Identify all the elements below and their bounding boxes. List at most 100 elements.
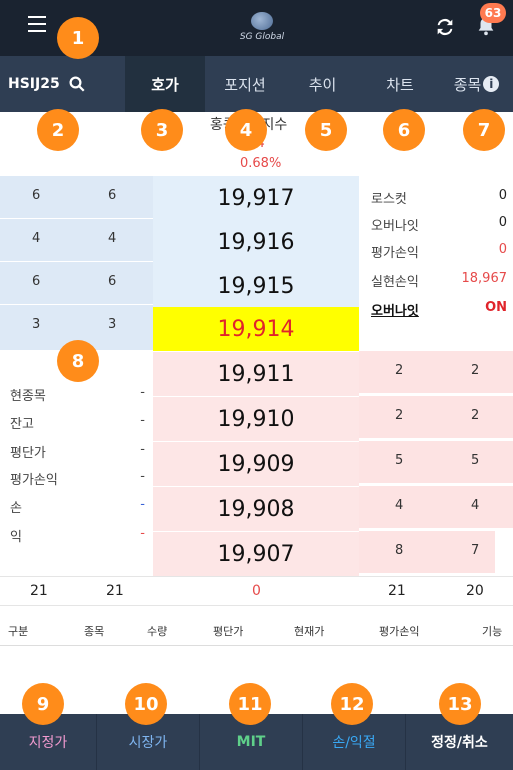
bid-row[interactable]: 4 4 bbox=[359, 485, 513, 529]
stat-label: 실현손익 bbox=[371, 275, 419, 290]
column-header: 평가손익 bbox=[379, 625, 420, 638]
tab-position[interactable]: 포지션 bbox=[205, 56, 285, 112]
position-value: - bbox=[140, 497, 145, 512]
bid-qty: 2 bbox=[395, 363, 404, 378]
column-header: 현재가 bbox=[294, 625, 325, 638]
ask-qty: 4 bbox=[108, 231, 117, 246]
app-logo: SG Global bbox=[232, 12, 292, 46]
tab-bar: HSIJ25 호가 포지션 추이 차트 종목 i bbox=[0, 56, 513, 112]
bid-price[interactable]: 19,910 bbox=[153, 397, 359, 441]
stat-value: 0 bbox=[498, 188, 507, 203]
total-bid-qty: 21 bbox=[388, 583, 406, 599]
position-row: 현종목 - bbox=[10, 381, 145, 405]
bid-row[interactable]: 2 2 bbox=[359, 395, 513, 439]
current-price[interactable]: 19,914 bbox=[153, 307, 359, 351]
ask-price[interactable]: 19,915 bbox=[153, 264, 359, 308]
symbol-selector[interactable]: HSIJ25 bbox=[0, 56, 125, 112]
ask-count: 6 bbox=[32, 274, 41, 289]
tab-trend[interactable]: 추이 bbox=[285, 56, 360, 112]
bid-price[interactable]: 19,907 bbox=[153, 532, 359, 576]
bid-count: 7 bbox=[471, 543, 480, 558]
bid-price[interactable]: 19,908 bbox=[153, 487, 359, 531]
position-value: - bbox=[140, 413, 145, 428]
account-stats-panel: 로스컷 0 오버나잇 0 평가손익 0 실현손익 18,967 오버나잇 ON bbox=[359, 176, 513, 350]
price-change-rate: 0.68% bbox=[240, 156, 282, 171]
ask-qty: 6 bbox=[108, 274, 117, 289]
callout-marker: 2 bbox=[37, 109, 79, 151]
bid-price[interactable]: 19,911 bbox=[153, 352, 359, 396]
search-icon[interactable] bbox=[68, 75, 86, 93]
stat-value: 0 bbox=[498, 242, 507, 257]
position-label: 평단가 bbox=[10, 446, 46, 461]
ask-price[interactable]: 19,917 bbox=[153, 176, 359, 220]
column-header: 구분 bbox=[8, 625, 29, 638]
menu-icon[interactable] bbox=[28, 16, 46, 32]
bid-row[interactable]: 5 5 bbox=[359, 440, 513, 484]
bid-qty: 5 bbox=[395, 453, 404, 468]
callout-marker: 6 bbox=[383, 109, 425, 151]
position-row: 평단가 - bbox=[10, 438, 145, 462]
ask-qty: 3 bbox=[108, 317, 117, 332]
tab-hoga[interactable]: 호가 bbox=[125, 56, 205, 112]
ask-row[interactable]: 4 4 bbox=[0, 219, 153, 262]
callout-marker: 1 bbox=[57, 17, 99, 59]
ask-count: 6 bbox=[32, 188, 41, 203]
stat-overnight: 오버나잇 0 bbox=[371, 211, 507, 235]
ask-row[interactable]: 6 6 bbox=[0, 262, 153, 305]
overnight-toggle[interactable]: 오버나잇 ON bbox=[371, 296, 507, 320]
callout-marker: 8 bbox=[57, 340, 99, 382]
price-ladder: 19,917 19,916 19,915 19,914 19,911 19,91… bbox=[153, 176, 359, 576]
stat-label: 오버나잇 bbox=[371, 304, 419, 319]
logo-text: SG Global bbox=[239, 32, 285, 42]
stat-value: ON bbox=[485, 300, 507, 315]
total-bid-count: 20 bbox=[466, 583, 484, 599]
stat-realized-pnl: 실현손익 18,967 bbox=[371, 267, 507, 291]
bid-price[interactable]: 19,909 bbox=[153, 442, 359, 486]
order-book-totals: 21 21 0 21 20 bbox=[0, 576, 513, 606]
callout-marker: 3 bbox=[141, 109, 183, 151]
position-label: 잔고 bbox=[10, 417, 34, 432]
stat-eval-pnl: 평가손익 0 bbox=[371, 238, 507, 262]
globe-logo-icon bbox=[251, 12, 273, 30]
ask-qty: 6 bbox=[108, 188, 117, 203]
column-header: 종목 bbox=[84, 625, 105, 638]
callout-marker: 12 bbox=[331, 683, 373, 725]
callout-marker: 7 bbox=[463, 109, 505, 151]
position-label: 익 bbox=[10, 530, 22, 545]
refresh-icon[interactable] bbox=[434, 16, 456, 38]
info-icon: i bbox=[483, 76, 500, 92]
callout-marker: 4 bbox=[225, 109, 267, 151]
tab-chart[interactable]: 차트 bbox=[360, 56, 440, 112]
ask-row[interactable]: 6 6 bbox=[0, 176, 153, 219]
ask-price[interactable]: 19,916 bbox=[153, 220, 359, 264]
tab-item-info[interactable]: 종목 i bbox=[440, 56, 513, 112]
stat-value: 0 bbox=[498, 215, 507, 230]
bid-row[interactable]: 2 2 bbox=[359, 350, 513, 394]
callout-marker: 9 bbox=[22, 683, 64, 725]
bid-qty: 8 bbox=[395, 543, 404, 558]
column-header: 평단가 bbox=[213, 625, 244, 638]
stat-losscut: 로스컷 0 bbox=[371, 184, 507, 208]
position-row: 잔고 - bbox=[10, 409, 145, 433]
bid-count: 4 bbox=[471, 498, 480, 513]
callout-marker: 13 bbox=[439, 683, 481, 725]
tab-label: 추이 bbox=[308, 75, 337, 94]
position-value: - bbox=[140, 385, 145, 400]
position-row: 익 - bbox=[10, 522, 145, 546]
bid-count: 2 bbox=[471, 363, 480, 378]
tab-label: 호가 bbox=[151, 75, 179, 94]
position-label: 현종목 bbox=[10, 389, 46, 404]
bid-count: 2 bbox=[471, 408, 480, 423]
position-row: 손 - bbox=[10, 493, 145, 517]
position-label: 평가손익 bbox=[10, 473, 58, 488]
callout-marker: 5 bbox=[305, 109, 347, 151]
notification-badge: 63 bbox=[480, 3, 506, 23]
tab-label: 포지션 bbox=[224, 75, 266, 94]
position-value: - bbox=[140, 469, 145, 484]
tab-label: 차트 bbox=[386, 75, 414, 94]
bid-row[interactable]: 8 7 bbox=[359, 530, 513, 574]
bid-count: 5 bbox=[471, 453, 480, 468]
position-value: - bbox=[140, 526, 145, 541]
bid-qty: 2 bbox=[395, 408, 404, 423]
position-value: - bbox=[140, 442, 145, 457]
